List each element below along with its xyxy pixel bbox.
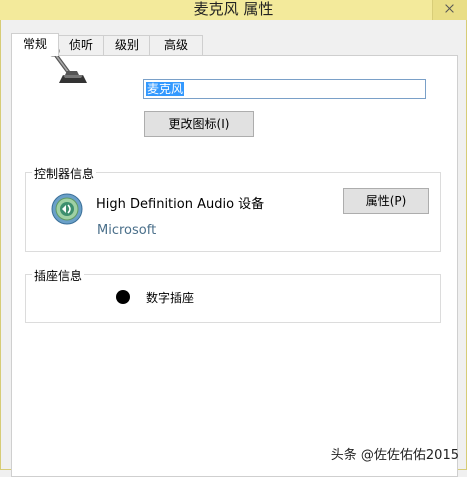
tab-advanced[interactable]: 高级 xyxy=(149,35,203,55)
speaker-icon xyxy=(51,193,83,225)
jack-info-group: 插座信息 xyxy=(25,267,441,323)
watermark-text: 头条 @佐佐佑佑2015 xyxy=(330,448,459,463)
title-bar: 麦克风 属性 xyxy=(0,0,467,20)
controller-device-name: High Definition Audio 设备 xyxy=(96,197,265,212)
jack-color-dot xyxy=(116,290,130,304)
controller-vendor: Microsoft xyxy=(97,223,157,238)
controller-properties-button[interactable]: 属性(P) xyxy=(343,188,429,214)
jack-item-label: 数字插座 xyxy=(146,291,195,305)
jack-info-label: 插座信息 xyxy=(32,267,85,284)
window-title: 麦克风 属性 xyxy=(193,0,274,18)
controller-info-label: 控制器信息 xyxy=(32,165,97,182)
close-button[interactable] xyxy=(432,0,467,20)
tab-general[interactable]: 常规 xyxy=(11,33,59,56)
tab-levels[interactable]: 级别 xyxy=(103,35,151,55)
change-icon-button[interactable]: 更改图标(I) xyxy=(144,111,254,137)
device-name-input[interactable]: 麦克风 xyxy=(143,79,426,99)
device-name-value: 麦克风 xyxy=(146,82,185,96)
